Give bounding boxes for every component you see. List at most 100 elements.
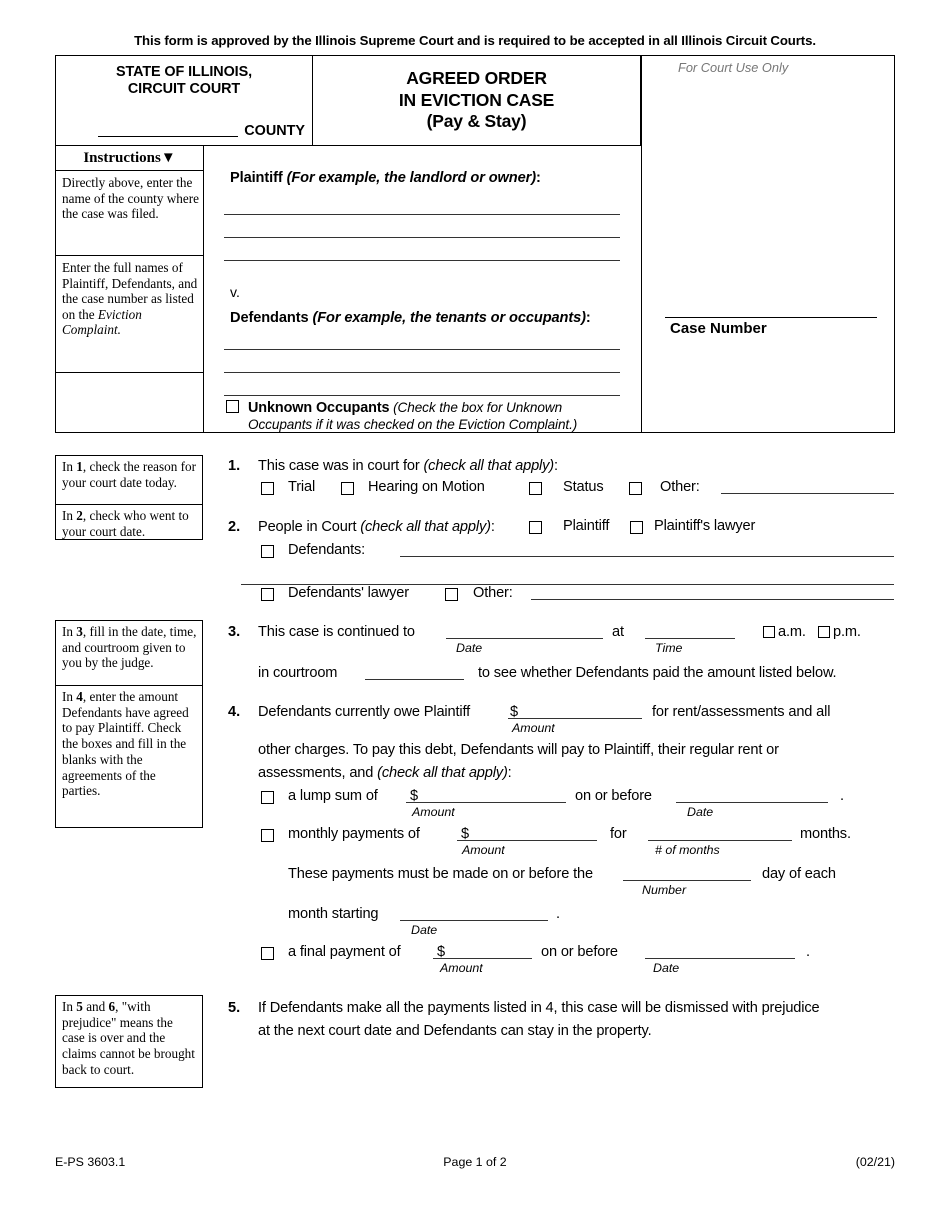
item-4-monthly-start-date-sublabel: Date xyxy=(411,923,438,937)
item-4-months-count-input[interactable] xyxy=(648,826,792,841)
defendant-name-line-1[interactable] xyxy=(224,349,620,350)
item-4-line-3: assessments, and (check all that apply): xyxy=(258,765,512,781)
item-4-months-count-sublabel: # of months xyxy=(655,843,720,857)
case-number-label: Case Number xyxy=(670,320,767,337)
item-2-other-input[interactable] xyxy=(531,585,894,600)
item-4-monthly-start-date-input[interactable] xyxy=(400,906,548,921)
item-4-lump-on-or-before: on or before xyxy=(575,788,652,804)
court-use-cell: For Court Use Only Case Number xyxy=(641,56,894,432)
item-3-date-input[interactable] xyxy=(446,624,603,639)
defendant-name-line-3[interactable] xyxy=(224,395,620,396)
item-4-monthly-day-number-input[interactable] xyxy=(623,866,751,881)
parties-column: Plaintiff (For example, the landlord or … xyxy=(204,146,641,432)
item-2-checkbox-defendants-lawyer[interactable] xyxy=(261,588,274,601)
item-4-monthly-day-number-sublabel: Number xyxy=(642,883,687,897)
item-3-date-sublabel: Date xyxy=(456,641,483,655)
note-2-number: 2 xyxy=(76,508,83,523)
note-3-prefix: In xyxy=(62,624,77,639)
instructions-header[interactable]: Instructions▼ xyxy=(56,146,203,171)
item-1-checkbox-trial[interactable] xyxy=(261,482,274,495)
form-title-cell: AGREED ORDER IN EVICTION CASE (Pay & Sta… xyxy=(313,56,641,146)
instructions-column: Instructions▼ Directly above, enter the … xyxy=(56,146,204,432)
item-4-checkbox-monthly[interactable] xyxy=(261,829,274,842)
item-4-lump-date-sublabel: Date xyxy=(687,805,714,819)
note-4-text: , enter the amount Defendants have agree… xyxy=(62,689,189,799)
item-4-line-1-b: for rent/assessments and all xyxy=(652,704,831,720)
item-4-final-date-input[interactable] xyxy=(645,944,795,959)
plaintiff-name-line-1[interactable] xyxy=(224,214,620,215)
item-3-checkbox-pm[interactable] xyxy=(818,626,830,638)
note-4-prefix: In xyxy=(62,689,77,704)
defendant-name-line-2[interactable] xyxy=(224,372,620,373)
case-number-input-line[interactable] xyxy=(665,317,877,318)
item-1-other-input[interactable] xyxy=(721,479,894,494)
item-4-final-amount-sublabel: Amount xyxy=(440,961,483,975)
instructions-header-label: Instructions xyxy=(83,150,161,166)
note-4-number: 4 xyxy=(76,689,83,704)
instruction-cell-empty xyxy=(56,373,203,432)
state-line-2: CIRCUIT COURT xyxy=(127,81,241,97)
item-2-label-other: Other: xyxy=(473,585,513,601)
note-1-text: , check the reason for your court date t… xyxy=(62,459,197,490)
defendants-hint: (For example, the tenants or occupants) xyxy=(312,310,586,326)
note-item-2: In 2, check who went to your court date. xyxy=(55,504,203,540)
item-4-final-label: a final payment of xyxy=(288,944,401,960)
item-4-monthly-line-3-a: month starting xyxy=(288,906,379,922)
form-title-line-3: (Pay & Stay) xyxy=(426,111,527,132)
item-4-final-on-or-before: on or before xyxy=(541,944,618,960)
item-4-monthly-line-2-a: These payments must be made on or before… xyxy=(288,866,593,882)
note-item-5: In 5 and 6, "with prejudice" means the c… xyxy=(55,995,203,1088)
item-2-checkbox-plaintiffs-lawyer[interactable] xyxy=(630,521,643,534)
instruction-cell-county: Directly above, enter the name of the co… xyxy=(56,171,203,256)
item-4-checkbox-final-payment[interactable] xyxy=(261,947,274,960)
item-4-monthly-for: for xyxy=(610,826,627,842)
unknown-occupants-row: Unknown Occupants (Check the box for Unk… xyxy=(226,400,636,433)
item-4-line-1-a: Defendants currently owe Plaintiff xyxy=(258,704,471,720)
note-item-4: In 4, enter the amount Defendants have a… xyxy=(55,685,203,828)
item-4-monthly-months-word: months. xyxy=(800,826,851,842)
county-input-line[interactable] xyxy=(98,123,239,137)
item-4-lump-date-input[interactable] xyxy=(676,788,828,803)
unknown-occupants-hint-2: Occupants if it was checked on the Evict… xyxy=(248,416,578,432)
item-3-label-pm: p.m. xyxy=(833,624,861,640)
item-2-prompt: People in Court (check all that apply): xyxy=(258,519,495,535)
instruction-cell-parties: Enter the full names of Plaintiff, Defen… xyxy=(56,256,203,373)
court-use-only-label: For Court Use Only xyxy=(678,60,789,75)
caption-table: STATE OF ILLINOIS, CIRCUIT COURT COUNTY … xyxy=(55,55,895,433)
item-3-number: 3. xyxy=(228,624,241,640)
item-2-checkbox-other[interactable] xyxy=(445,588,458,601)
item-4-final-amount-input[interactable] xyxy=(433,944,532,959)
plaintiff-heading: Plaintiff (For example, the landlord or … xyxy=(230,170,541,186)
plaintiff-name-line-2[interactable] xyxy=(224,237,620,238)
item-3-courtroom-input[interactable] xyxy=(365,665,464,680)
item-1-prompt: This case was in court for (check all th… xyxy=(258,458,558,474)
chevron-down-icon: ▼ xyxy=(160,150,176,166)
item-3-time-input[interactable] xyxy=(645,624,735,639)
unknown-occupants-checkbox[interactable] xyxy=(226,400,239,413)
item-2-defendants-input[interactable] xyxy=(400,542,894,557)
item-4-owed-amount-input[interactable] xyxy=(508,704,642,719)
note-5-number: 5 xyxy=(76,999,83,1014)
item-4-lump-amount-input[interactable] xyxy=(406,788,566,803)
item-4-owed-amount-sublabel: Amount xyxy=(512,721,555,735)
item-2-checkbox-plaintiff[interactable] xyxy=(529,521,542,534)
note-item-3: In 3, fill in the date, time, and courtr… xyxy=(55,620,203,686)
footer-revision-date: (02/21) xyxy=(855,1155,895,1169)
item-2-colon: : xyxy=(490,519,495,535)
defendants-label: Defendants xyxy=(230,310,309,326)
item-1-checkbox-hearing-on-motion[interactable] xyxy=(341,482,354,495)
item-2-checkbox-defendants[interactable] xyxy=(261,545,274,558)
item-1-text: This case was in court for xyxy=(258,458,424,474)
item-4-checkbox-lump-sum[interactable] xyxy=(261,791,274,804)
item-4-monthly-amount-input[interactable] xyxy=(457,826,597,841)
plaintiff-name-line-3[interactable] xyxy=(224,260,620,261)
form-title-line-1: AGREED ORDER xyxy=(406,68,547,89)
item-1-hint: (check all that apply) xyxy=(423,458,555,474)
item-1-checkbox-status[interactable] xyxy=(529,482,542,495)
item-1-checkbox-other[interactable] xyxy=(629,482,642,495)
form-title-line-2: IN EVICTION CASE xyxy=(398,89,555,110)
item-4-number: 4. xyxy=(228,704,241,720)
item-2-defendants-input-continued[interactable] xyxy=(241,570,894,585)
note-1-prefix: In xyxy=(62,459,77,474)
item-3-checkbox-am[interactable] xyxy=(763,626,775,638)
